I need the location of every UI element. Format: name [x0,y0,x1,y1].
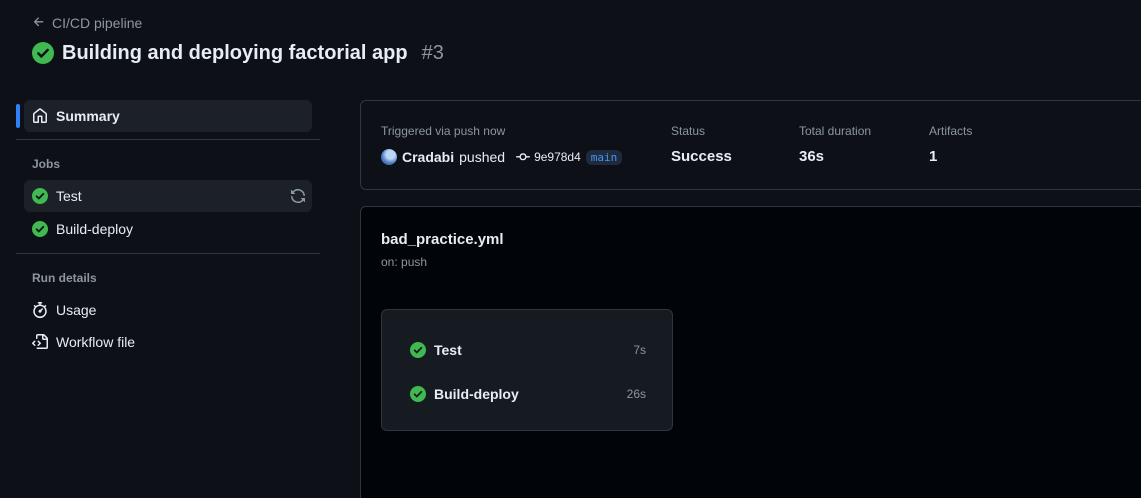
home-icon [32,108,48,124]
commit-link[interactable]: 9e978d4 [516,150,581,164]
jobs-heading: Jobs [32,157,61,171]
sidebar-item-job-test[interactable]: Test [24,180,312,212]
sync-icon[interactable] [290,188,306,204]
trigger-info: Cradabi pushed 9e978d4 main [381,148,623,166]
duration-value[interactable]: 36s [799,148,824,165]
check-circle-icon [32,188,48,204]
sidebar-item-usage[interactable]: Usage [24,294,312,326]
sidebar-item-label: Test [56,188,82,204]
sidebar-item-label: Build-deploy [56,221,134,237]
sidebar-item-workflow-file[interactable]: Workflow file [24,326,312,358]
job-node-build-deploy[interactable]: Build-deploy 26s [410,384,646,404]
sidebar-item-summary[interactable]: Summary [24,100,312,132]
commit-sha: 9e978d4 [534,150,581,164]
check-circle-icon [410,342,426,358]
check-circle-icon [410,386,426,402]
sidebar-item-label: Usage [56,302,97,318]
active-indicator [16,104,20,128]
sidebar-item-label: Summary [56,108,120,124]
status-label: Status [671,124,706,138]
divider [16,253,320,254]
workflow-trigger: on: push [381,255,428,269]
back-link[interactable]: CI/CD pipeline [32,14,142,32]
run-details-heading: Run details [32,271,97,285]
sidebar-item-label: Workflow file [56,334,136,350]
back-link-label: CI/CD pipeline [52,15,143,31]
trigger-label: Triggered via push now [381,124,506,138]
actor-link[interactable]: Cradabi [402,149,454,165]
workflow-run-page: CI/CD pipeline Building and deploying fa… [0,0,1141,498]
duration-label: Total duration [799,124,872,138]
job-duration: 26s [626,387,646,401]
action-text: pushed [459,149,506,165]
job-node-test[interactable]: Test 7s [410,340,646,360]
job-name: Build-deploy [434,386,519,402]
run-number: #3 [421,41,444,64]
check-circle-icon [32,42,54,64]
check-circle-icon [32,221,48,237]
sidebar-item-job-build-deploy[interactable]: Build-deploy [24,213,312,245]
artifacts-value[interactable]: 1 [929,148,937,165]
run-summary-box: Triggered via push now Cradabi pushed 9e… [360,100,1141,190]
git-commit-icon [516,150,531,164]
arrow-left-icon [32,15,46,32]
branch-badge[interactable]: main [585,149,623,165]
page-title: Building and deploying factorial app #3 [32,40,444,66]
stopwatch-icon [32,302,48,318]
avatar[interactable] [381,149,397,165]
file-code-icon [32,334,48,350]
workflow-file-name: bad_practice.yml [381,231,504,248]
run-title: Building and deploying factorial app [62,41,408,64]
job-duration: 7s [633,343,646,357]
job-name: Test [434,342,462,358]
status-value: Success [671,148,732,165]
artifacts-label: Artifacts [929,124,973,138]
workflow-graph-panel: bad_practice.yml on: push Test 7s Build-… [360,206,1141,498]
jobs-card: Test 7s Build-deploy 26s [381,309,673,431]
divider [16,139,320,140]
